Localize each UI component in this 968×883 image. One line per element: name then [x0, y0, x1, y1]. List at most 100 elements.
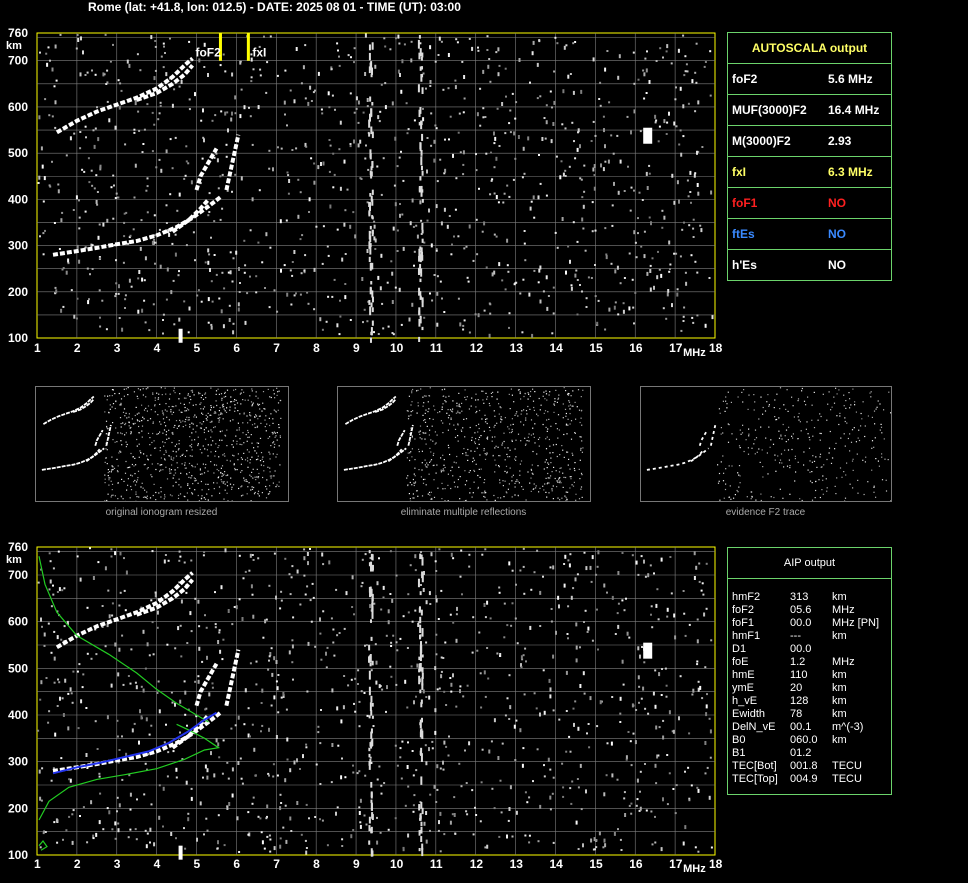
noise-dot	[179, 493, 182, 495]
noise-dot	[276, 484, 278, 486]
noise-dot	[532, 427, 534, 429]
noise-dot	[346, 188, 349, 191]
noise-dot	[54, 100, 57, 105]
noise-dot	[776, 418, 778, 421]
x-axis-unit: MHz	[683, 347, 706, 359]
noise-dot	[282, 826, 285, 829]
noise-dot	[494, 471, 496, 473]
noise-dot	[701, 697, 704, 700]
noise-dot	[231, 767, 234, 772]
noise-dot	[96, 748, 99, 750]
noise-dot	[521, 763, 524, 768]
noise-dot	[646, 271, 649, 276]
noise-dot	[432, 454, 434, 456]
noise-dot	[191, 422, 193, 424]
noise-dot	[581, 496, 583, 498]
noise-dot	[523, 693, 526, 696]
noise-dot	[487, 64, 490, 69]
noise-dot	[792, 405, 794, 407]
noise-dot	[686, 70, 689, 73]
noise-dot	[245, 479, 247, 481]
noise-dot	[429, 603, 432, 605]
noise-dot	[226, 761, 229, 764]
noise-dot	[410, 411, 412, 413]
noise-dot	[467, 454, 469, 457]
noise-dot	[565, 750, 568, 753]
noise-dot	[509, 408, 511, 410]
noise-dot	[507, 456, 509, 458]
noise-dot	[115, 427, 117, 429]
noise-dot	[511, 480, 513, 482]
thumbnail-caption: original ionogram resized	[105, 507, 218, 518]
noise-dot	[594, 848, 596, 851]
noise-dot	[144, 463, 146, 466]
noise-dot	[528, 841, 531, 844]
noise-dot	[178, 494, 180, 496]
noise-dot	[528, 796, 531, 799]
noise-dot	[189, 455, 191, 457]
noise-dot	[731, 433, 733, 435]
noise-dot	[538, 397, 540, 400]
noise-dot	[111, 489, 113, 491]
noise-dot	[184, 690, 187, 695]
noise-dot	[200, 427, 202, 429]
noise-dot	[221, 658, 224, 661]
noise-dot	[591, 201, 594, 204]
noise-dot	[720, 433, 722, 435]
noise-dot	[257, 418, 259, 420]
noise-dot	[225, 411, 228, 413]
aip-unit: km	[832, 734, 847, 746]
noise-dot	[582, 227, 585, 230]
noise-dot	[177, 497, 180, 499]
noise-dot	[551, 792, 554, 795]
noise-dot	[221, 399, 223, 401]
noise-dot	[785, 408, 787, 410]
noise-dot	[249, 474, 251, 476]
noise-dot	[539, 590, 542, 595]
noise-dot	[344, 295, 347, 300]
noise-dot	[321, 819, 324, 822]
aip-unit: km	[832, 695, 847, 707]
noise-dot	[264, 426, 266, 428]
noise-dot	[565, 476, 567, 479]
noise-dot	[646, 50, 648, 53]
noise-dot	[207, 214, 210, 217]
noise-dot	[262, 476, 264, 479]
noise-dot	[430, 451, 432, 453]
noise-dot	[213, 464, 216, 466]
noise-dot	[369, 662, 372, 667]
noise-dot	[211, 119, 214, 122]
noise-dot	[126, 467, 129, 469]
noise-dot	[187, 162, 190, 165]
noise-dot	[389, 550, 392, 553]
noise-dot	[243, 239, 246, 242]
noise-dot	[260, 452, 263, 454]
noise-dot	[231, 72, 234, 77]
noise-dot	[528, 393, 530, 395]
noise-dot	[240, 471, 242, 473]
noise-dot	[84, 74, 87, 76]
noise-dot	[372, 725, 375, 727]
noise-dot	[542, 575, 544, 578]
noise-dot	[194, 597, 197, 600]
noise-dot	[539, 95, 542, 98]
noise-dot	[553, 466, 555, 468]
noise-dot	[141, 436, 143, 438]
noise-dot	[319, 617, 321, 622]
noise-dot	[366, 105, 369, 108]
noise-dot	[457, 486, 459, 488]
noise-dot	[395, 641, 398, 644]
noise-dot	[393, 184, 396, 187]
noise-dot	[472, 833, 475, 836]
noise-dot	[807, 396, 809, 398]
noise-dot	[608, 101, 611, 104]
noise-dot	[358, 700, 361, 703]
noise-dot	[364, 33, 367, 38]
noise-dot	[440, 589, 443, 592]
noise-dot	[169, 193, 172, 196]
noise-dot	[564, 495, 566, 497]
noise-dot	[148, 329, 151, 332]
noise-dot	[523, 230, 526, 232]
noise-dot	[506, 492, 508, 494]
noise-dot	[289, 269, 292, 272]
